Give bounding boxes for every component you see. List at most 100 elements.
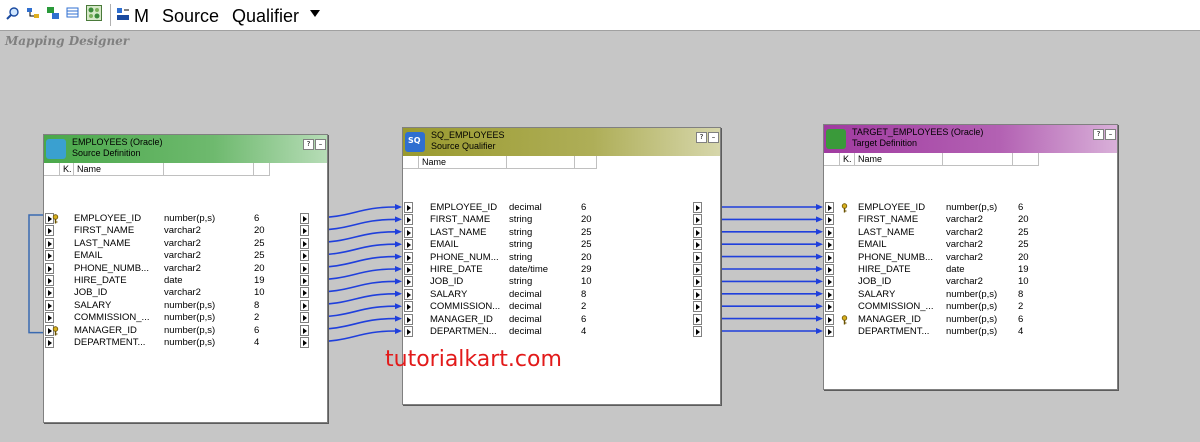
input-port-arrow-icon[interactable] — [404, 251, 413, 263]
output-port-arrow-icon[interactable] — [693, 326, 702, 337]
input-port-arrow-icon[interactable] — [45, 275, 54, 286]
column-header-type[interactable] — [507, 156, 575, 169]
input-port-arrow-icon[interactable] — [825, 288, 834, 300]
input-port-arrow-icon[interactable] — [825, 326, 834, 337]
target-port-row[interactable]: MANAGER_ID number(p,s) 6 — [824, 313, 1117, 326]
input-port-arrow-icon[interactable] — [45, 225, 54, 237]
qualifier-header[interactable]: SQ SQ_EMPLOYEES Source Qualifier? – — [403, 128, 720, 156]
output-port-arrow-icon[interactable] — [693, 301, 702, 313]
input-port-arrow-icon[interactable] — [404, 264, 413, 275]
source-port-row[interactable]: LAST_NAME varchar2 25 — [44, 237, 327, 250]
source-port-row[interactable]: HIRE_DATE date 19 — [44, 275, 327, 287]
output-port-arrow-icon[interactable] — [693, 288, 702, 300]
input-port-arrow-icon[interactable] — [825, 226, 834, 238]
source-port-row[interactable]: COMMISSION_... number(p,s) 2 — [44, 312, 327, 324]
input-port-arrow-icon[interactable] — [45, 287, 54, 299]
column-header-type[interactable] — [164, 163, 254, 176]
column-header-name[interactable]: Name — [74, 163, 164, 176]
chevron-down-icon[interactable] — [310, 10, 320, 17]
qualifier-port-row[interactable]: LAST_NAME string 25 — [403, 226, 720, 239]
arrange-icon[interactable] — [26, 6, 40, 20]
minimize-button[interactable]: – — [708, 132, 719, 143]
target-port-row[interactable]: DEPARTMENT... number(p,s) 4 — [824, 326, 1117, 338]
source-definition-box[interactable]: EMPLOYEES (Oracle) Source Definition? – K. N… — [43, 134, 328, 423]
output-port-arrow-icon[interactable] — [693, 276, 702, 288]
column-header-name[interactable]: Name — [855, 153, 943, 166]
target-port-row[interactable]: PHONE_NUMB... varchar2 20 — [824, 251, 1117, 264]
output-port-arrow-icon[interactable] — [693, 239, 702, 251]
output-port-arrow-icon[interactable] — [300, 299, 309, 311]
input-port-arrow-icon[interactable] — [825, 214, 834, 226]
input-port-arrow-icon[interactable] — [404, 313, 413, 325]
input-port-arrow-icon[interactable] — [45, 250, 54, 262]
source-port-row[interactable]: JOB_ID varchar2 10 — [44, 287, 327, 299]
input-port-arrow-icon[interactable] — [825, 301, 834, 313]
qualifier-port-row[interactable]: JOB_ID string 10 — [403, 276, 720, 288]
transformation-selector[interactable]: M Source Qualifier — [134, 6, 299, 27]
source-port-row[interactable]: FIRST_NAME varchar2 20 — [44, 225, 327, 237]
target-port-row[interactable]: COMMISSION_... number(p,s) 2 — [824, 301, 1117, 313]
source-port-row[interactable]: PHONE_NUMB... varchar2 20 — [44, 262, 327, 275]
target-definition-box[interactable]: TARGET_EMPLOYEES (Oracle) Target Definiti… — [823, 124, 1118, 390]
input-port-arrow-icon[interactable] — [45, 299, 54, 311]
input-port-arrow-icon[interactable] — [404, 239, 413, 251]
column-header-len[interactable] — [575, 156, 597, 169]
target-port-row[interactable]: EMPLOYEE_ID number(p,s) 6 — [824, 202, 1117, 214]
select-icon[interactable] — [86, 5, 102, 21]
minimize-button[interactable]: – — [315, 139, 326, 150]
view-icon[interactable] — [66, 6, 80, 20]
input-port-arrow-icon[interactable] — [45, 262, 54, 274]
zoom-icon[interactable] — [6, 6, 20, 20]
output-port-arrow-icon[interactable] — [693, 264, 702, 275]
input-port-arrow-icon[interactable] — [825, 264, 834, 275]
target-port-row[interactable]: JOB_ID varchar2 10 — [824, 276, 1117, 288]
output-port-arrow-icon[interactable] — [300, 287, 309, 299]
input-port-arrow-icon[interactable] — [825, 276, 834, 288]
output-port-arrow-icon[interactable] — [300, 262, 309, 274]
qualifier-port-row[interactable]: DEPARTMEN... decimal 4 — [403, 326, 720, 338]
source-header[interactable]: EMPLOYEES (Oracle) Source Definition? – — [44, 135, 327, 163]
target-header[interactable]: TARGET_EMPLOYEES (Oracle) Target Definiti… — [824, 125, 1117, 153]
source-port-row[interactable]: SALARY number(p,s) 8 — [44, 299, 327, 312]
target-port-row[interactable]: SALARY number(p,s) 8 — [824, 288, 1117, 301]
column-header-key[interactable]: K. — [60, 163, 74, 176]
output-port-arrow-icon[interactable] — [693, 202, 702, 213]
column-header-len[interactable] — [1013, 153, 1039, 166]
input-port-arrow-icon[interactable] — [404, 326, 413, 337]
source-port-row[interactable]: MANAGER_ID number(p,s) 6 — [44, 324, 327, 337]
input-port-arrow-icon[interactable] — [825, 239, 834, 251]
qualifier-port-row[interactable]: FIRST_NAME string 20 — [403, 214, 720, 226]
output-port-arrow-icon[interactable] — [693, 313, 702, 325]
target-port-row[interactable]: LAST_NAME varchar2 25 — [824, 226, 1117, 239]
output-port-arrow-icon[interactable] — [300, 225, 309, 237]
input-port-arrow-icon[interactable] — [404, 301, 413, 313]
output-port-arrow-icon[interactable] — [693, 226, 702, 238]
target-port-row[interactable]: FIRST_NAME varchar2 20 — [824, 214, 1117, 226]
target-port-row[interactable]: EMAIL varchar2 25 — [824, 239, 1117, 251]
column-header-type[interactable] — [943, 153, 1013, 166]
output-port-arrow-icon[interactable] — [693, 251, 702, 263]
column-header-key[interactable]: K. — [840, 153, 855, 166]
input-port-arrow-icon[interactable] — [825, 313, 834, 325]
input-port-arrow-icon[interactable] — [45, 237, 54, 249]
qualifier-port-row[interactable]: EMPLOYEE_ID decimal 6 — [403, 202, 720, 214]
qualifier-port-row[interactable]: PHONE_NUM... string 20 — [403, 251, 720, 264]
input-port-arrow-icon[interactable] — [404, 202, 413, 213]
input-port-arrow-icon[interactable] — [404, 288, 413, 300]
input-port-arrow-icon[interactable] — [825, 202, 834, 213]
qualifier-port-row[interactable]: COMMISSION... decimal 2 — [403, 301, 720, 313]
help-button[interactable]: ? — [1093, 129, 1104, 140]
link-icon[interactable] — [46, 6, 60, 20]
qualifier-port-row[interactable]: SALARY decimal 8 — [403, 288, 720, 301]
source-port-row[interactable]: DEPARTMENT... number(p,s) 4 — [44, 337, 327, 349]
input-port-arrow-icon[interactable] — [825, 251, 834, 263]
output-port-arrow-icon[interactable] — [300, 312, 309, 324]
output-port-arrow-icon[interactable] — [300, 324, 309, 336]
output-port-arrow-icon[interactable] — [300, 337, 309, 348]
output-port-arrow-icon[interactable] — [300, 213, 309, 224]
output-port-arrow-icon[interactable] — [300, 250, 309, 262]
source-port-row[interactable]: EMAIL varchar2 25 — [44, 250, 327, 262]
minimize-button[interactable]: – — [1105, 129, 1116, 140]
target-port-row[interactable]: HIRE_DATE date 19 — [824, 264, 1117, 276]
output-port-arrow-icon[interactable] — [693, 214, 702, 226]
